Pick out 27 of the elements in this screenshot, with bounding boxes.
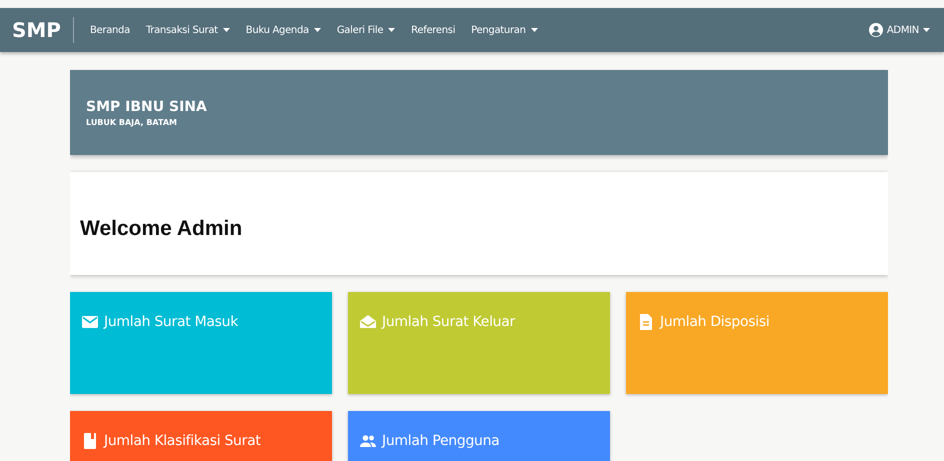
card-title: Jumlah Surat Masuk — [104, 314, 238, 330]
caret-icon — [530, 28, 538, 32]
nav-menu-item[interactable]: Beranda — [82, 24, 138, 36]
caret-icon — [388, 28, 396, 32]
nav-menu-item[interactable]: Galeri File — [328, 24, 404, 36]
welcome-heading: Welcome Admin — [80, 216, 242, 240]
open-envelope-icon — [360, 314, 376, 330]
caret-icon — [923, 28, 930, 32]
nav-menu-item[interactable]: Referensi — [403, 24, 464, 36]
nav-menu-item[interactable]: Transaksi Surat — [138, 24, 238, 36]
caret-icon — [222, 28, 230, 32]
nav-menu-item[interactable]: Buku Agenda — [238, 24, 329, 36]
user-avatar-icon — [868, 23, 883, 37]
school-location: LUBUK BAJA, BATAM — [86, 118, 178, 126]
nav-menu-item[interactable]: Pengaturan — [463, 24, 546, 36]
envelope-icon — [82, 314, 98, 330]
card-title: Jumlah Disposisi — [660, 314, 770, 330]
brand-logo[interactable]: SMP — [12, 17, 74, 43]
card-title: Jumlah Pengguna — [382, 433, 500, 449]
card-title: Jumlah Surat Keluar — [382, 314, 515, 330]
book-icon — [82, 433, 98, 449]
card-title: Jumlah Klasifikasi Surat — [104, 433, 261, 449]
school-name: SMP IBNU SINA — [86, 98, 208, 114]
people-icon — [360, 433, 376, 449]
caret-icon — [314, 28, 321, 32]
document-icon — [638, 314, 654, 330]
user-menu[interactable]: ADMIN — [868, 23, 930, 37]
